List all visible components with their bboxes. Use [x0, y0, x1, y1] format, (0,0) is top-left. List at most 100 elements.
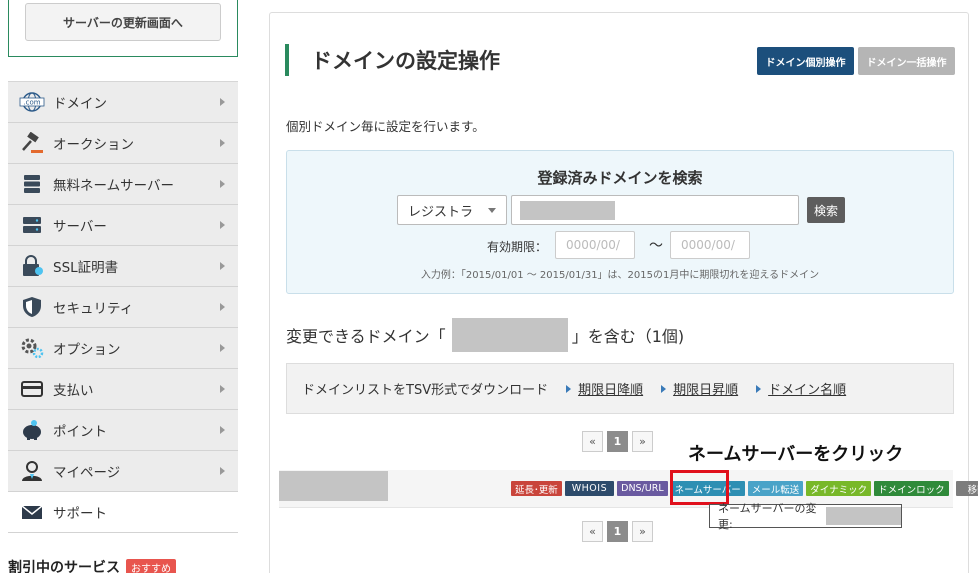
pagination-top: « 1 » [582, 431, 653, 452]
user-icon [19, 460, 45, 482]
sidebar-discount-heading: 割引中のサービス おすすめ [8, 557, 176, 573]
sidebar-item-security[interactable]: セキュリティ [8, 287, 238, 328]
sidebar-item-label: オークション [53, 137, 134, 153]
server-icon [19, 214, 45, 236]
registrar-select[interactable]: レジストラ [397, 195, 507, 225]
whois-button[interactable]: WHOIS [564, 481, 615, 496]
result-count-line: 変更できるドメイン「 」を含む（1個) [286, 318, 684, 352]
link-label: 期限日昇順 [673, 383, 739, 398]
shield-icon [19, 296, 45, 318]
sort-expiry-asc-link[interactable]: 期限日昇順 [661, 379, 738, 398]
sidebar-item-domain[interactable]: .com ドメイン [8, 82, 238, 123]
discount-heading-text: 割引中のサービス [8, 560, 120, 573]
sidebar-item-auction[interactable]: オークション [8, 123, 238, 164]
redacted-search-term [451, 318, 568, 352]
page-title: ドメインの設定操作 [311, 49, 500, 73]
search-button[interactable]: 検索 [807, 197, 845, 223]
chevron-right-icon [220, 139, 225, 147]
expiry-to-input[interactable]: 0000/00/ [670, 231, 750, 259]
page-description: 個別ドメイン毎に設定を行います。 [286, 119, 485, 134]
registrar-select-value: レジストラ [408, 204, 474, 220]
tab-individual-operation[interactable]: ドメイン個別操作 [757, 47, 854, 75]
dns-url-button[interactable]: DNS/URL [617, 481, 668, 496]
pager-current-page[interactable]: 1 [607, 431, 628, 452]
chevron-right-icon [220, 303, 225, 311]
sidebar-item-label: サーバー [53, 219, 107, 235]
chevron-right-icon [220, 262, 225, 270]
triangle-right-icon [756, 384, 762, 393]
sidebar-item-ssl[interactable]: SSL証明書 [8, 246, 238, 287]
title-accent-bar [285, 44, 289, 76]
tsv-download-bar: ドメインリストをTSV形式でダウンロード 期限日降順 期限日昇順 ドメイン名順 [286, 363, 954, 414]
search-heading: 登録済みドメインを検索 [537, 169, 703, 187]
gears-icon [19, 337, 45, 359]
sidebar-item-point[interactable]: ポイント [8, 410, 238, 451]
dynamic-dns-button[interactable]: ダイナミック [806, 481, 872, 496]
sidebar-item-label: 支払い [53, 383, 94, 399]
move-button[interactable]: 移動 [955, 481, 978, 496]
redacted-tooltip-domain [826, 507, 901, 525]
triangle-right-icon [566, 384, 572, 393]
domain-lock-button[interactable]: ドメインロック [874, 481, 949, 496]
sidebar-item-label: マイページ [53, 465, 121, 481]
sidebar-menu: .com ドメイン オークション 無料ネームサーバー サーバー SSL証明書 セ… [8, 81, 238, 533]
pager-next-button[interactable]: » [632, 521, 653, 542]
redacted-domain-name [279, 471, 388, 501]
sidebar-item-label: 無料ネームサーバー [53, 178, 174, 194]
svg-text:.com: .com [23, 99, 40, 107]
nameserver-tooltip: ネームサーバーの変更: [709, 502, 902, 531]
gavel-icon [19, 132, 45, 154]
sidebar-item-free-nameserver[interactable]: 無料ネームサーバー [8, 164, 238, 205]
pager-prev-button[interactable]: « [582, 521, 603, 542]
result-prefix: 変更できるドメイン「 [286, 327, 446, 346]
pager-prev-button[interactable]: « [582, 431, 603, 452]
sidebar-item-mypage[interactable]: マイページ [8, 451, 238, 492]
input-example-text: 入力例：「2015/01/01 ～ 2015/01/31」は、2015の1月中に… [420, 270, 820, 281]
chevron-down-icon [488, 208, 496, 213]
recommend-badge: おすすめ [126, 558, 176, 573]
sidebar-item-label: SSL証明書 [53, 260, 119, 276]
chevron-right-icon [220, 385, 225, 393]
domain-row: 延長･更新 WHOIS DNS/URL ネームサーバー メール転送 ダイナミック… [279, 470, 978, 508]
mail-forward-button[interactable]: メール転送 [747, 481, 804, 496]
tab-bulk-operation[interactable]: ドメイン一括操作 [858, 47, 955, 75]
chevron-right-icon [220, 180, 225, 188]
chevron-right-icon [220, 98, 225, 106]
triangle-right-icon [661, 384, 667, 393]
domain-action-buttons: 延長･更新 WHOIS DNS/URL ネームサーバー メール転送 ダイナミック… [511, 481, 978, 496]
redacted-keyword [520, 201, 615, 220]
sidebar-item-option[interactable]: オプション [8, 328, 238, 369]
tsv-download-label: ドメインリストをTSV形式でダウンロード [302, 383, 549, 398]
chevron-right-icon [220, 467, 225, 475]
mail-icon [19, 501, 45, 523]
pager-current-page[interactable]: 1 [607, 521, 628, 542]
server-stack-icon [19, 173, 45, 195]
sort-expiry-desc-link[interactable]: 期限日降順 [566, 379, 643, 398]
expiry-label: 有効期限： [487, 240, 548, 254]
chevron-right-icon [220, 221, 225, 229]
domain-search-box: 登録済みドメインを検索 レジストラ 検索 有効期限： 0000/00/ ～ 00… [286, 150, 954, 294]
sidebar-top-box: サーバーの更新画面へ [8, 0, 238, 57]
renew-button[interactable]: 延長･更新 [511, 481, 562, 496]
range-separator: ～ [649, 238, 663, 254]
sidebar-item-payment[interactable]: 支払い [8, 369, 238, 410]
ssl-lock-icon [19, 255, 45, 277]
instruction-annotation: ネームサーバーをクリック [688, 444, 904, 465]
sidebar-item-label: サポート [53, 506, 107, 522]
sidebar-item-label: オプション [53, 342, 121, 358]
domain-keyword-input[interactable] [511, 195, 799, 225]
globe-com-icon: .com [19, 91, 45, 113]
pager-next-button[interactable]: » [632, 431, 653, 452]
sort-domain-name-link[interactable]: ドメイン名順 [756, 379, 846, 398]
piggy-bank-icon [19, 419, 45, 441]
result-suffix: 」を含む（1個) [571, 327, 685, 346]
sidebar-item-server[interactable]: サーバー [8, 205, 238, 246]
server-update-button[interactable]: サーバーの更新画面へ [25, 3, 221, 41]
pagination-bottom: « 1 » [582, 521, 653, 542]
link-label: ドメイン名順 [768, 383, 847, 398]
sidebar-item-label: セキュリティ [53, 301, 134, 317]
expiry-from-input[interactable]: 0000/00/ [555, 231, 635, 259]
link-label: 期限日降順 [578, 383, 644, 398]
sidebar-item-label: ドメイン [53, 96, 107, 112]
sidebar-item-support[interactable]: サポート [8, 492, 238, 533]
